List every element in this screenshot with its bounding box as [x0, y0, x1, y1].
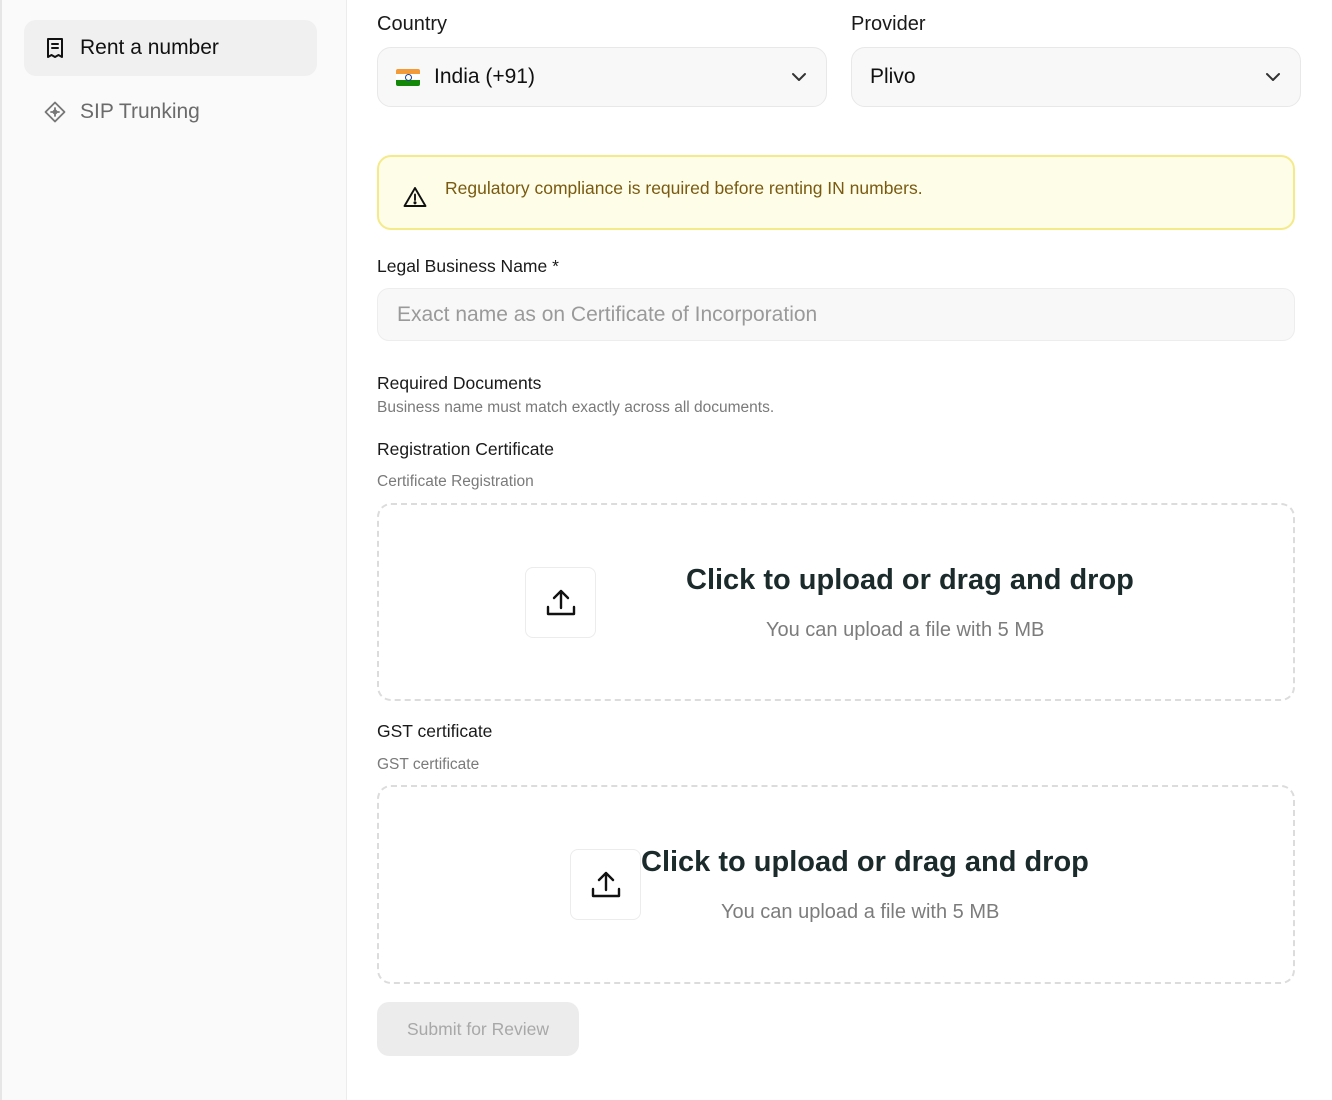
- upload-button[interactable]: [525, 567, 596, 638]
- required-docs-title: Required Documents: [377, 373, 542, 393]
- sidebar-item-sip-trunking[interactable]: SIP Trunking: [24, 84, 317, 140]
- upload-subtitle: You can upload a file with 5 MB: [721, 901, 1000, 923]
- upload-title: Click to upload or drag and drop: [641, 846, 1089, 878]
- alert-text: Regulatory compliance is required before…: [445, 178, 923, 198]
- sidebar-item-label: Rent a number: [80, 36, 219, 59]
- gst-certificate-title: GST certificate: [377, 721, 493, 741]
- business-name-input[interactable]: [377, 288, 1295, 341]
- upload-icon: [591, 871, 620, 897]
- business-name-label: Legal Business Name *: [377, 256, 559, 276]
- receipt-icon: [44, 37, 66, 59]
- compliance-alert: Regulatory compliance is required before…: [377, 155, 1295, 230]
- provider-select[interactable]: Plivo: [851, 47, 1301, 107]
- gst-certificate-subtitle: GST certificate: [377, 756, 480, 773]
- country-label: Country: [377, 13, 448, 35]
- warning-icon: [403, 186, 427, 208]
- provider-label: Provider: [851, 13, 926, 35]
- registration-certificate-title: Registration Certificate: [377, 439, 555, 459]
- registration-certificate-subtitle: Certificate Registration: [377, 473, 534, 490]
- upload-button[interactable]: [570, 849, 641, 920]
- country-value: India (+91): [434, 65, 535, 88]
- registration-certificate-dropzone[interactable]: Click to upload or drag and drop You can…: [377, 503, 1295, 701]
- sidebar-item-rent-a-number[interactable]: Rent a number: [24, 20, 317, 76]
- upload-subtitle: You can upload a file with 5 MB: [766, 619, 1045, 641]
- upload-title: Click to upload or drag and drop: [686, 564, 1134, 596]
- provider-value: Plivo: [870, 65, 916, 88]
- india-flag-icon: [396, 68, 420, 86]
- required-docs-subtitle: Business name must match exactly across …: [377, 399, 775, 416]
- diamond-nodes-icon: [44, 101, 66, 123]
- chevron-down-icon: [1264, 68, 1282, 92]
- chevron-down-icon: [790, 68, 808, 92]
- sidebar-item-label: SIP Trunking: [80, 100, 200, 123]
- sidebar: Rent a number SIP Trunking: [0, 0, 347, 1100]
- gst-certificate-dropzone[interactable]: Click to upload or drag and drop You can…: [377, 785, 1295, 984]
- upload-icon: [546, 589, 575, 615]
- submit-for-review-button[interactable]: Submit for Review: [377, 1002, 579, 1056]
- country-select[interactable]: India (+91): [377, 47, 827, 107]
